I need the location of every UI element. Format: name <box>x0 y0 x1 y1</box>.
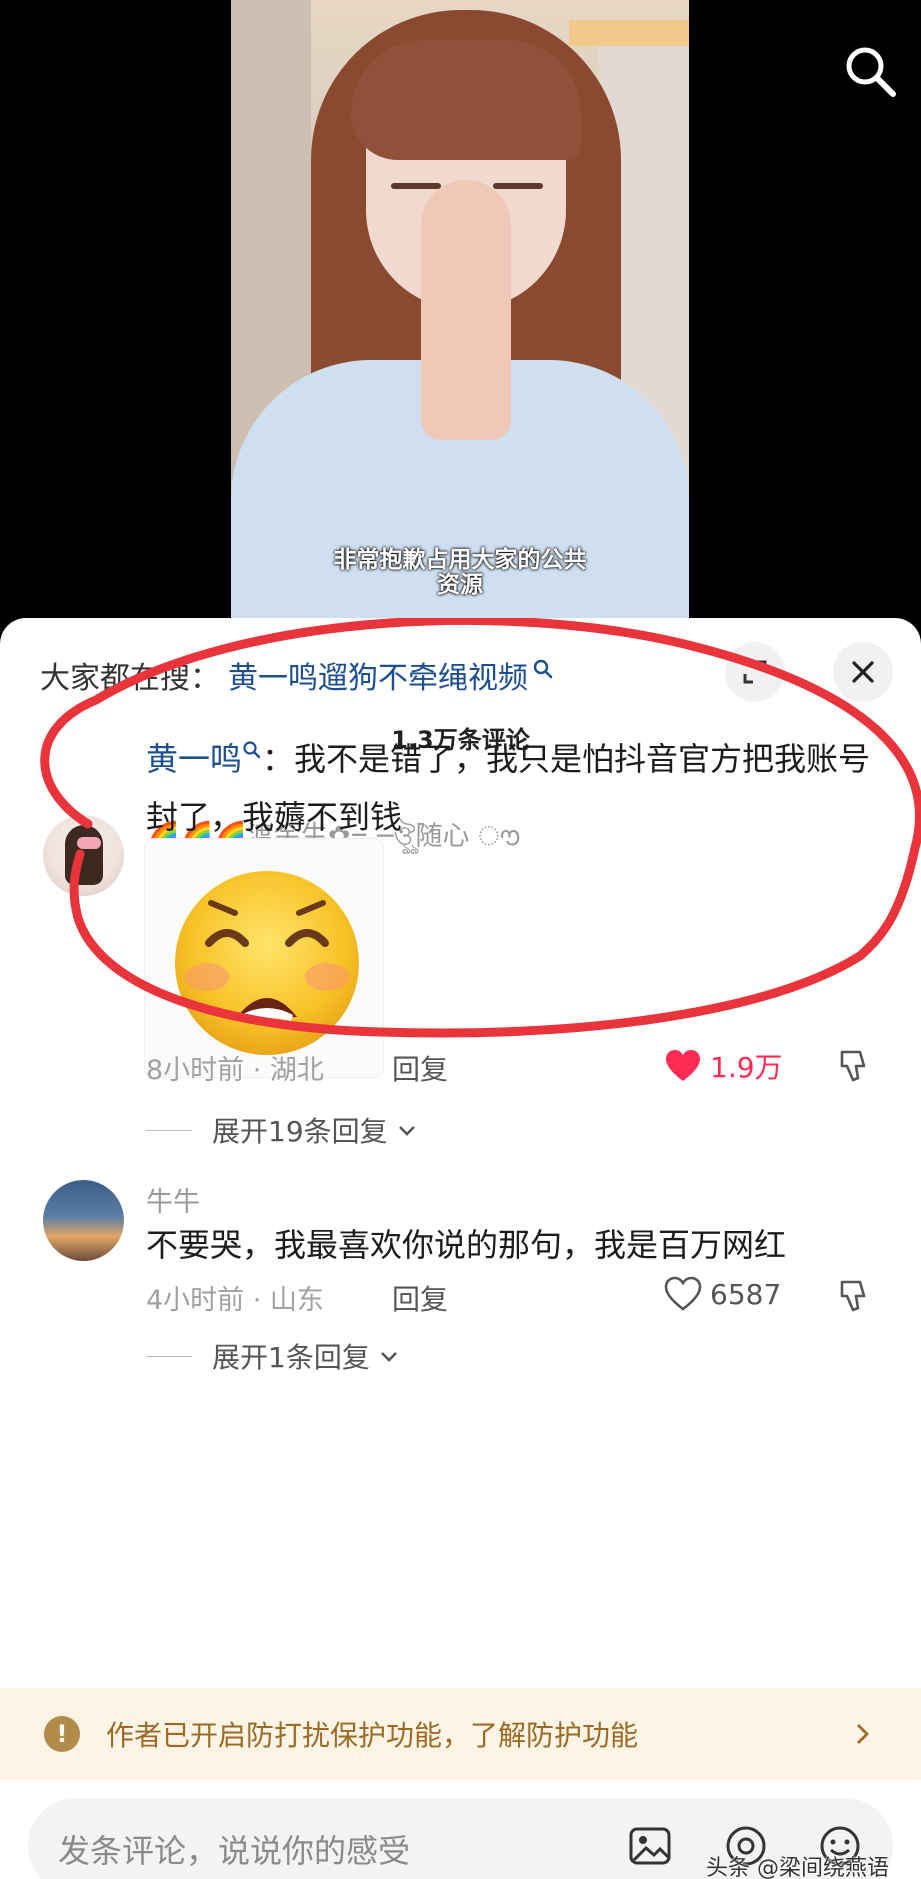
comment-mention[interactable]: 黄一鸣 <box>146 740 242 778</box>
comment-sticker[interactable] <box>144 838 384 1078</box>
trending-search[interactable]: 大家都在搜： 黄一鸣遛狗不牵绳视频 <box>40 650 554 700</box>
protection-notice[interactable]: ! 作者已开启防打扰保护功能，了解防护功能 <box>0 1688 921 1780</box>
video-player[interactable]: 非常抱歉占用大家的公共 资源 <box>0 0 921 640</box>
search-icon[interactable] <box>843 44 897 98</box>
video-frame <box>231 0 689 640</box>
dislike-icon[interactable] <box>836 1278 872 1314</box>
like-button[interactable]: 1.9万 <box>664 1046 783 1086</box>
comment-meta: 4小时前 · 山东 <box>146 1285 324 1316</box>
expand-replies-button[interactable]: 展开19条回复 <box>146 1110 418 1150</box>
reply-button[interactable]: 回复 <box>392 1048 448 1088</box>
expand-button[interactable] <box>725 642 785 702</box>
close-button[interactable] <box>833 642 893 702</box>
grinning-emoji-sticker <box>175 871 359 1055</box>
comment-username[interactable]: 牛牛 <box>146 1180 200 1219</box>
comment-input-placeholder[interactable]: 发条评论，说说你的感受 <box>58 1826 410 1872</box>
chevron-down-icon <box>380 1352 397 1362</box>
search-icon <box>533 659 553 679</box>
search-icon <box>243 741 261 759</box>
comment-sheet: 大家都在搜： 黄一鸣遛狗不牵绳视频 1.3万条评论 🌈🌈🌈渡余生✿ᯓ─ঔৣ随心 … <box>0 618 921 1879</box>
trending-prefix: 大家都在搜： <box>40 661 220 696</box>
comment-text: 黄一鸣 ：我不是错了，我只是怕抖音官方把我账号封了，我薅不到钱 <box>146 730 886 846</box>
like-count: 6587 <box>710 1277 782 1311</box>
heart-icon <box>664 1276 702 1311</box>
expand-replies-label: 展开19条回复 <box>212 1115 388 1148</box>
warning-icon: ! <box>44 1716 80 1752</box>
chevron-down-icon <box>398 1126 415 1136</box>
video-caption-line1: 非常抱歉占用大家的公共 <box>333 547 587 573</box>
heart-icon <box>666 1050 700 1081</box>
like-count: 1.9万 <box>710 1051 783 1084</box>
notice-text: 作者已开启防打扰保护功能，了解防护功能 <box>106 1719 639 1752</box>
expand-replies-button[interactable]: 展开1条回复 <box>146 1336 400 1376</box>
video-caption: 非常抱歉占用大家的公共 资源 <box>231 548 689 598</box>
comment-meta: 8小时前 · 湖北 <box>146 1055 324 1086</box>
dislike-icon[interactable] <box>836 1048 872 1084</box>
image-icon[interactable] <box>628 1824 672 1868</box>
comment-text: 不要哭，我最喜欢你说的那句，我是百万网红 <box>146 1226 787 1264</box>
close-icon <box>852 661 874 683</box>
avatar[interactable] <box>43 1180 124 1261</box>
expand-replies-label: 展开1条回复 <box>212 1341 370 1374</box>
watermark: 头条 @梁间绕燕语 <box>706 1856 889 1879</box>
trending-keyword[interactable]: 黄一鸣遛狗不牵绳视频 <box>228 653 528 697</box>
reply-button[interactable]: 回复 <box>392 1278 448 1318</box>
video-caption-line2: 资源 <box>437 572 483 598</box>
like-button[interactable]: 6587 <box>664 1276 781 1312</box>
avatar[interactable] <box>43 815 124 896</box>
expand-icon <box>743 660 767 684</box>
chevron-right-icon <box>857 1724 869 1744</box>
